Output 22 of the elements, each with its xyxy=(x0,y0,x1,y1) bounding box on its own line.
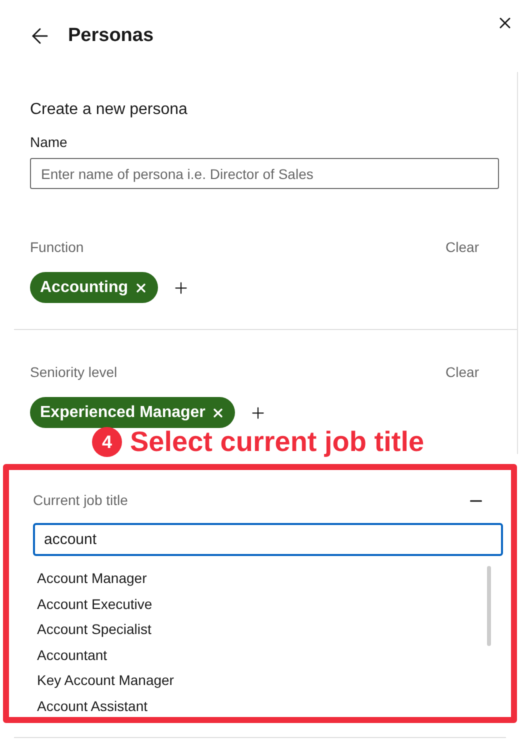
suggestion-item[interactable]: Accountant xyxy=(37,642,487,668)
suggestion-item[interactable]: Account Assistant xyxy=(37,694,487,719)
clear-link[interactable]: Clear xyxy=(446,237,479,258)
suggestion-item[interactable]: Account Specialist xyxy=(37,617,487,642)
filter-label: Seniority level xyxy=(30,363,118,382)
suggestion-item[interactable]: Account Executive xyxy=(37,592,487,617)
annotation-text: Select current job title xyxy=(130,425,424,459)
remove-icon[interactable] xyxy=(134,280,148,294)
clear-link[interactable]: Clear xyxy=(446,362,479,383)
job-title-search-field[interactable]: account xyxy=(33,523,503,556)
filter-label: Function xyxy=(30,238,84,257)
step-number-badge: 4 xyxy=(92,427,122,457)
field-label: Name xyxy=(30,133,68,152)
name-input-field[interactable]: Enter name of persona i.e. Director of Sales xyxy=(30,158,499,189)
filter-chip[interactable]: Accounting xyxy=(30,272,158,303)
suggestion-item[interactable]: Account Manager xyxy=(37,566,487,592)
suggestion-item[interactable]: Key Account Manager xyxy=(37,668,487,694)
section-heading: Create a new persona xyxy=(30,100,188,120)
filter-label: Current job title xyxy=(33,491,128,510)
remove-icon[interactable] xyxy=(211,406,226,420)
filter-chip[interactable]: Experienced Manager xyxy=(30,397,236,428)
page-title: Personas xyxy=(68,24,154,48)
